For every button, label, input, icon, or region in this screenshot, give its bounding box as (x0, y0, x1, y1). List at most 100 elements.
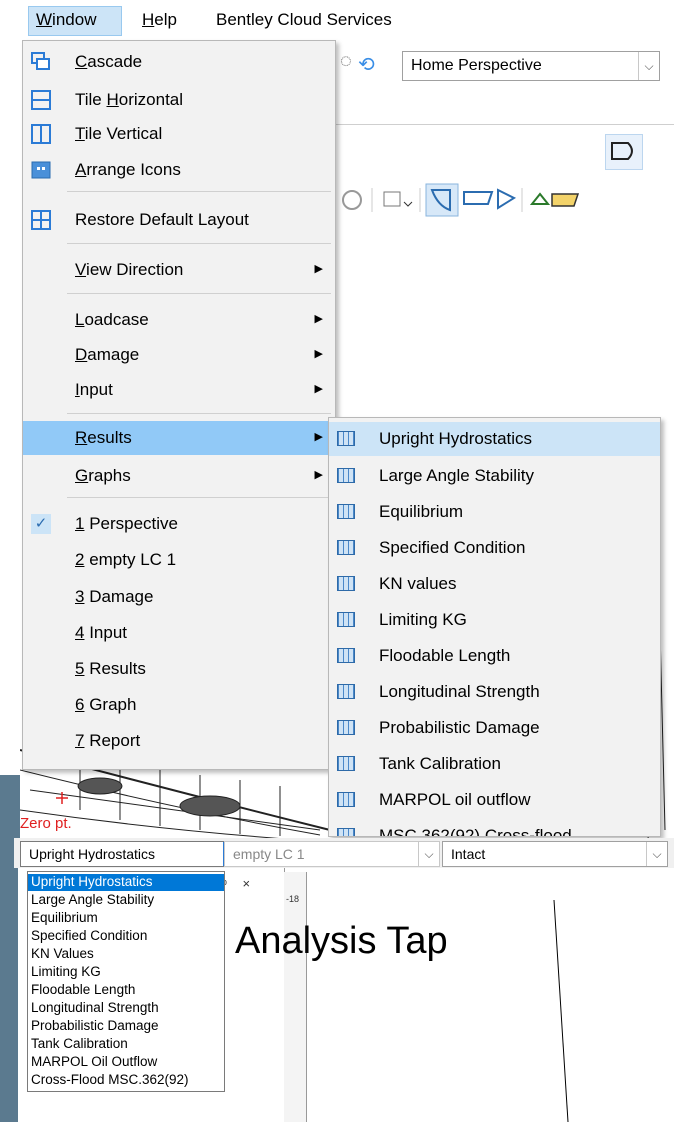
menu-item-window-4[interactable]: 4 Input (23, 616, 335, 650)
close-icon[interactable]: × (243, 876, 251, 891)
menu-item-window-7[interactable]: 7 Report (23, 724, 335, 758)
submenu-item-label: Upright Hydrostatics (379, 429, 533, 448)
results-submenu: Upright Hydrostatics Large Angle Stabili… (328, 417, 661, 837)
submenu-arrow-icon: ▶ (314, 348, 323, 360)
menu-item-results[interactable]: Results ▶ (23, 421, 335, 455)
menu-bentley-cloud[interactable]: Bentley Cloud Services (216, 10, 392, 30)
hull-view-button[interactable] (605, 134, 643, 170)
menu-item-loadcase[interactable]: Loadcase ▶ (23, 303, 335, 337)
cascade-icon (31, 52, 50, 70)
window-menu: Cascade Tile Horizontal Tile Vertical Ar… (22, 40, 336, 770)
menu-item-tile-horizontal[interactable]: Tile Horizontal (23, 83, 335, 117)
submenu-item-label: MARPOL oil outflow (379, 790, 531, 809)
submenu-item-longitudinal-strength[interactable]: Longitudinal Strength (329, 675, 660, 709)
menu-item-window-6[interactable]: 6 Graph (23, 688, 335, 722)
submenu-arrow-icon: ▶ (314, 431, 323, 443)
submenu-item-label: Large Angle Stability (379, 466, 534, 485)
table-icon (337, 756, 355, 771)
menu-help[interactable]: Help (142, 10, 177, 30)
submenu-item-label: Probabilistic Damage (379, 718, 540, 737)
submenu-item-limiting-kg[interactable]: Limiting KG (329, 603, 660, 637)
submenu-item-label: Specified Condition (379, 538, 526, 557)
submenu-item-upright-hydrostatics[interactable]: Upright Hydrostatics (329, 422, 660, 456)
submenu-item-label: Longitudinal Strength (379, 682, 540, 701)
list-item[interactable]: Specified Condition (28, 928, 224, 945)
submenu-arrow-icon: ▶ (314, 469, 323, 481)
submenu-item-floodable-length[interactable]: Floodable Length (329, 639, 660, 673)
menu-item-input[interactable]: Input ▶ (23, 373, 335, 407)
zero-point-label: Zero pt. (20, 815, 72, 832)
submenu-item-msc-cross-flood[interactable]: MSC 362(92) Cross-flood (329, 819, 660, 837)
submenu-item-label: Equilibrium (379, 502, 464, 521)
view-toolbar (338, 180, 674, 220)
loadcase-combo[interactable]: empty LC 1 ⌵ (224, 841, 440, 867)
menu-item-restore-layout[interactable]: Restore Default Layout (23, 203, 335, 237)
menu-item-label: 5 Results (75, 659, 146, 678)
table-icon (337, 468, 355, 483)
list-item[interactable]: Tank Calibration (28, 1036, 224, 1053)
table-icon (337, 431, 355, 446)
back-icon[interactable]: ◌ (340, 50, 352, 73)
menu-item-window-5[interactable]: 5 Results (23, 652, 335, 686)
menu-item-label: 3 Damage (75, 587, 154, 606)
annotation-label: Analysis Tap (235, 920, 448, 962)
table-icon (337, 720, 355, 735)
restore-layout-icon (31, 210, 51, 230)
chevron-down-icon[interactable]: ⌵ (418, 842, 439, 866)
graph-line (553, 900, 569, 1122)
list-item[interactable]: Floodable Length (28, 982, 224, 999)
menu-item-label: Graphs (75, 466, 131, 485)
menu-item-window-2[interactable]: 2 empty LC 1 (23, 543, 335, 577)
submenu-item-label: MSC 362(92) Cross-flood (379, 826, 572, 837)
menu-item-tile-vertical[interactable]: Tile Vertical (23, 117, 335, 151)
list-item[interactable]: Longitudinal Strength (28, 1000, 224, 1017)
analysis-type-combo[interactable]: Upright Hydrostatics ⌵ (20, 841, 246, 867)
damage-combo[interactable]: Intact ⌵ (442, 841, 668, 867)
submenu-item-label: KN values (379, 574, 457, 593)
list-item[interactable]: Equilibrium (28, 910, 224, 927)
arrange-icons-icon (31, 161, 51, 179)
submenu-item-tank-calibration[interactable]: Tank Calibration (329, 747, 660, 781)
menu-item-label: 7 Report (75, 731, 141, 750)
list-item[interactable]: MARPOL Oil Outflow (28, 1054, 224, 1071)
chevron-down-icon[interactable]: ⌵ (638, 52, 659, 80)
submenu-item-probabilistic-damage[interactable]: Probabilistic Damage (329, 711, 660, 745)
menu-item-damage[interactable]: Damage ▶ (23, 338, 335, 372)
menu-item-graphs[interactable]: Graphs ▶ (23, 459, 335, 493)
hull-shape-icon (611, 142, 633, 160)
submenu-item-label: Tank Calibration (379, 754, 501, 773)
submenu-item-large-angle-stability[interactable]: Large Angle Stability (329, 459, 660, 493)
menu-item-label: Cascade (75, 52, 143, 71)
refresh-icon[interactable]: ⟲ (358, 52, 375, 77)
menu-item-label: Tile Horizontal (75, 90, 184, 109)
menu-item-window-1[interactable]: ✓ 1 Perspective (23, 507, 335, 541)
checkmark-icon: ✓ (31, 514, 51, 534)
submenu-item-kn-values[interactable]: KN values (329, 567, 660, 601)
submenu-arrow-icon: ▶ (314, 313, 323, 325)
menu-item-arrange-icons[interactable]: Arrange Icons (23, 153, 335, 187)
list-item[interactable]: Cross-Flood MSC.362(92) (28, 1072, 224, 1089)
menu-item-label: 1 Perspective (75, 514, 179, 533)
menu-item-view-direction[interactable]: View Direction ▶ (23, 253, 335, 287)
submenu-item-equilibrium[interactable]: Equilibrium (329, 495, 660, 529)
list-item[interactable]: Large Angle Stability (28, 892, 224, 909)
submenu-item-specified-condition[interactable]: Specified Condition (329, 531, 660, 565)
ruler-label: -18 (286, 894, 300, 904)
list-item[interactable]: Probabilistic Damage (28, 1018, 224, 1035)
perspective-combo-value: Home Perspective (411, 57, 542, 74)
list-item[interactable]: Upright Hydrostatics (28, 874, 224, 891)
menu-item-cascade[interactable]: Cascade (23, 45, 335, 79)
analysis-combo-row: Upright Hydrostatics ⌵ empty LC 1 ⌵ Inta… (14, 838, 674, 868)
menu-item-window-3[interactable]: 3 Damage (23, 580, 335, 614)
damage-value: Intact (451, 846, 486, 862)
list-item[interactable]: KN Values (28, 946, 224, 963)
list-item[interactable]: Limiting KG (28, 964, 224, 981)
vertical-ruler: -18 (284, 872, 307, 1122)
chevron-down-icon[interactable]: ⌵ (646, 842, 667, 866)
perspective-combo[interactable]: Home Perspective ⌵ (402, 51, 660, 81)
table-icon (337, 576, 355, 591)
submenu-item-label: Floodable Length (379, 646, 511, 665)
submenu-item-marpol-oil-outflow[interactable]: MARPOL oil outflow (329, 783, 660, 817)
menu-item-label: Results (75, 428, 132, 447)
panel-header-controls: ᵖ × (222, 876, 250, 891)
